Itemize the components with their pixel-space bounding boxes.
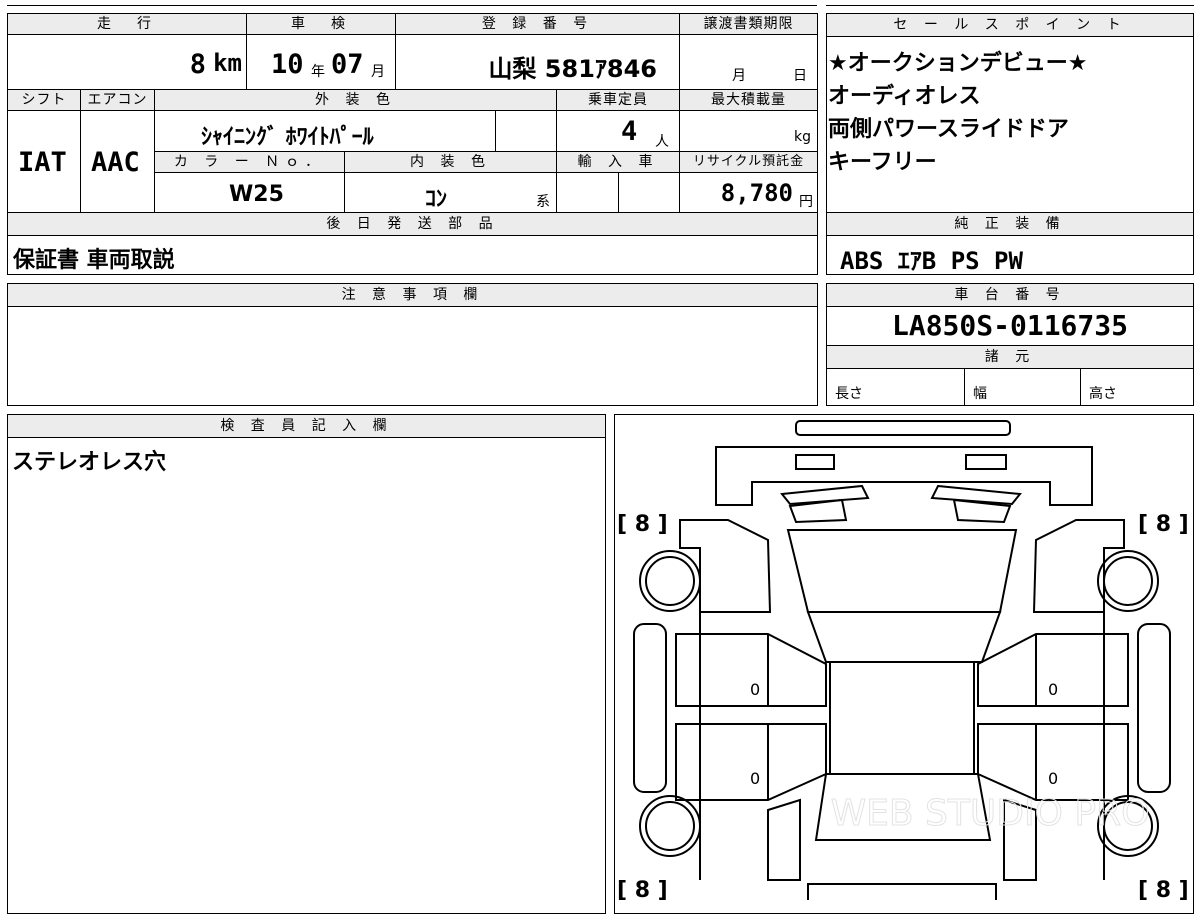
shift-value: IAT: [18, 147, 67, 178]
color-no-header: カ ラ ー Ｎｏ．: [154, 151, 345, 173]
tire-rear-left: [ 8 ]: [617, 878, 668, 900]
later-parts-value: 保証書 車両取説: [13, 248, 175, 273]
color-no-cell: W25: [154, 172, 345, 213]
transfer-deadline-cell: 月 日: [679, 34, 818, 90]
inspection-month-unit: 月: [371, 64, 385, 80]
sales-point-item: キーフリー: [828, 150, 937, 175]
genuine-equipment-value: ABS ｴｱB PS PW: [840, 247, 1023, 275]
genuine-equipment-header: 純 正 装 備: [826, 212, 1194, 236]
car-diagram-block: WEB STUDIO PRO [ 8 ] [ 8 ] [ 8 ] [ 8 ] 0…: [614, 414, 1194, 914]
registration-cell: 山梨 581ｱ846: [395, 34, 680, 90]
sales-point-item: 両側パワースライドドア: [828, 117, 1069, 142]
later-parts-header: 後 日 発 送 部 品: [7, 212, 818, 236]
transfer-deadline-header: 譲渡書類期限: [679, 13, 818, 35]
transfer-month-unit: 月: [732, 68, 746, 84]
inspection-year: 10: [271, 49, 304, 80]
spec-width-cell: 幅: [964, 368, 1081, 406]
interior-color-header: 内 装 色: [344, 151, 557, 173]
inspector-block: [7, 414, 606, 914]
spec-width-label: 幅: [973, 386, 987, 402]
aircon-cell: AAC: [80, 110, 155, 213]
chassis-no-header: 車 台 番 号: [826, 283, 1194, 307]
sales-point-item: ★オークションデビュー★: [828, 51, 1088, 76]
mileage-value: 8: [189, 49, 206, 80]
door-mark: 0: [1048, 769, 1058, 788]
car-diagram: WEB STUDIO PRO [ 8 ] [ 8 ] [ 8 ] [ 8 ] 0…: [617, 420, 1189, 900]
later-parts-cell: 保証書 車両取説: [7, 235, 818, 275]
recycle-unit: 円: [799, 194, 813, 210]
sales-point-item: オーディオレス: [828, 84, 981, 109]
import-cell-a: [556, 172, 619, 213]
import-header: 輸 入 車: [556, 151, 680, 173]
color-no-value: W25: [229, 182, 284, 207]
aircon-value: AAC: [91, 147, 140, 178]
chassis-no-cell: LA850S-0116735: [826, 306, 1194, 346]
capacity-unit: 人: [655, 134, 669, 150]
door-mark: 0: [750, 680, 760, 699]
inspection-cell: 10 年 07 月: [246, 34, 396, 90]
inspection-year-unit: 年: [311, 64, 325, 80]
aircon-header: エアコン: [80, 89, 155, 111]
sales-points-list: ★オークションデビュー★ オーディオレス 両側パワースライドドア キーフリー: [828, 45, 1188, 177]
mileage-cell: 8 km: [7, 34, 247, 90]
door-mark: 0: [1048, 680, 1058, 699]
capacity-value: 4: [621, 116, 638, 147]
inspection-header: 車 検: [246, 13, 396, 35]
shift-cell: IAT: [7, 110, 81, 213]
exterior-color-value: ｼｬｲﾆﾝｸﾞ ﾎﾜｲﾄﾊﾟｰﾙ: [201, 125, 374, 150]
tire-rear-right: [ 8 ]: [1138, 878, 1189, 900]
inspection-month: 07: [331, 49, 364, 80]
capacity-header: 乗車定員: [556, 89, 680, 111]
sales-points-header: セ ー ル ス ポ イ ン ト: [826, 13, 1194, 37]
spec-length-label: 長さ: [835, 386, 863, 402]
genuine-equipment-cell: ABS ｴｱB PS PW: [826, 235, 1194, 275]
mileage-header: 走 行: [7, 13, 247, 35]
max-load-header: 最大積載量: [679, 89, 818, 111]
exterior-color-header: 外 装 色: [154, 89, 557, 111]
spec-length-cell: 長さ: [826, 368, 965, 406]
inspector-header: 検 査 員 記 入 欄: [7, 414, 606, 438]
watermark: WEB STUDIO PRO: [831, 793, 1150, 834]
registration-header: 登 録 番 号: [395, 13, 680, 35]
top-strip: [0, 0, 1200, 6]
interior-color-cell: ｺﾝ 系: [344, 172, 557, 213]
max-load-cell: kg: [679, 110, 818, 152]
registration-value: 山梨 581ｱ846: [488, 55, 657, 83]
recycle-header: リサイクル預託金: [679, 151, 818, 173]
interior-color-value: ｺﾝ: [425, 187, 448, 212]
recycle-value: 8,780: [720, 179, 793, 207]
max-load-unit: kg: [794, 129, 811, 145]
interior-color-suffix: 系: [536, 194, 550, 210]
capacity-cell: 4 人: [556, 110, 680, 152]
tire-front-left: [ 8 ]: [617, 512, 668, 537]
spec-height-cell: 高さ: [1080, 368, 1194, 406]
specs-header: 諸 元: [826, 345, 1194, 369]
mileage-unit: km: [213, 49, 242, 77]
import-cell-b: [618, 172, 680, 213]
recycle-cell: 8,780 円: [679, 172, 818, 213]
door-mark: 0: [750, 769, 760, 788]
transfer-day-unit: 日: [793, 68, 807, 84]
exterior-color-cell: ｼｬｲﾆﾝｸﾞ ﾎﾜｲﾄﾊﾟｰﾙ: [154, 110, 496, 152]
spec-height-label: 高さ: [1089, 386, 1117, 402]
shift-header: シフト: [7, 89, 81, 111]
chassis-no-value: LA850S-0116735: [891, 309, 1128, 342]
inspector-note: ステレオレス穴: [12, 450, 167, 475]
notes-header: 注 意 事 項 欄: [7, 283, 818, 307]
tire-front-right: [ 8 ]: [1138, 512, 1189, 537]
exterior-color-extra-cell: [495, 110, 557, 152]
